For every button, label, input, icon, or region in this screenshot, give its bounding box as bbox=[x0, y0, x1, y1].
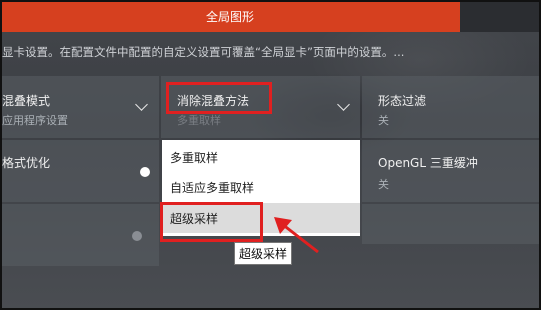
setting-row3-right[interactable] bbox=[362, 204, 541, 244]
setting-value: 关 bbox=[378, 178, 389, 191]
highlight-box-aa-method bbox=[166, 82, 272, 114]
setting-label: 格式优化 bbox=[2, 156, 51, 170]
setting-row3-left[interactable] bbox=[0, 204, 159, 266]
setting-label: 混叠模式 bbox=[2, 94, 51, 108]
toggle-switch[interactable] bbox=[140, 167, 150, 177]
setting-opengl-triple[interactable]: OpenGL 三重缓冲 关 bbox=[362, 140, 541, 202]
dropdown-option[interactable]: 自适应多重取样 bbox=[162, 172, 360, 202]
dropdown-option[interactable]: 多重取样 bbox=[162, 142, 360, 172]
toggle-switch[interactable] bbox=[132, 231, 142, 241]
setting-label: 形态过滤 bbox=[378, 94, 427, 108]
info-description: 显卡设置。在配置文件中配置的自定义设置可覆盖“全局显卡”页面中的设置。... bbox=[2, 45, 405, 59]
chevron-down-icon[interactable] bbox=[135, 98, 148, 111]
setting-value: 应用程序设置 bbox=[2, 114, 68, 127]
setting-morph-filter[interactable]: 形态过滤 关 bbox=[362, 76, 541, 138]
tooltip: 超级采样 bbox=[234, 242, 293, 265]
highlight-box-supersample bbox=[160, 202, 263, 242]
setting-aa-mode[interactable]: 混叠模式 应用程序设置 bbox=[0, 76, 159, 138]
tab-global-graphics[interactable]: 全局图形 bbox=[0, 0, 460, 32]
chevron-down-icon[interactable] bbox=[337, 98, 350, 111]
setting-value: 多重取样 bbox=[177, 114, 221, 127]
top-bar: 全局图形 bbox=[0, 0, 541, 32]
setting-value: 关 bbox=[378, 114, 389, 127]
setting-format-opt[interactable]: 格式优化 bbox=[0, 140, 159, 202]
setting-label: OpenGL 三重缓冲 bbox=[378, 156, 478, 170]
